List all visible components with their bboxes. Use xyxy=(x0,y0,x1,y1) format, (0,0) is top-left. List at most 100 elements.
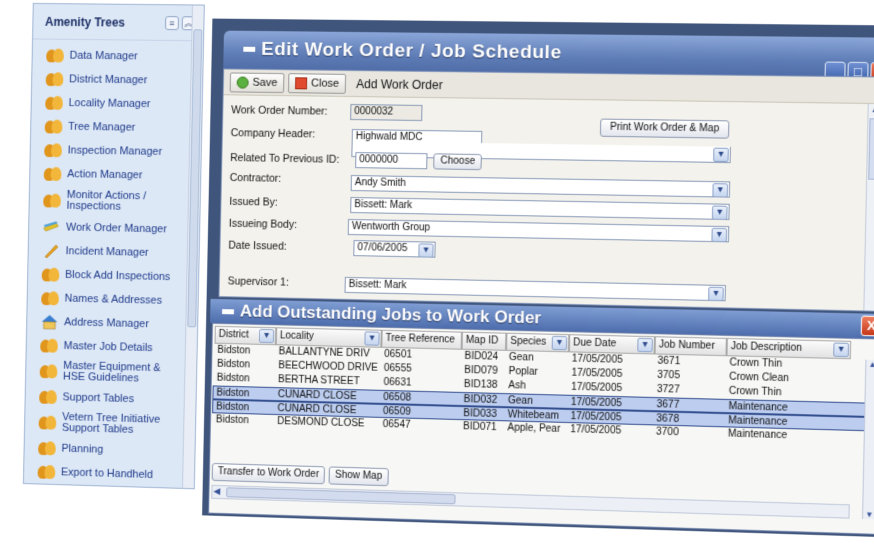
jobs-close-button[interactable]: X xyxy=(860,315,874,337)
column-header-map-id[interactable]: Map ID xyxy=(461,331,507,351)
work-order-number-label: Work Order Number: xyxy=(231,104,328,118)
cell-species: Apple, Pear xyxy=(507,422,561,435)
people-icon xyxy=(39,389,57,405)
pencils-icon xyxy=(43,219,61,235)
related-id-field[interactable]: 0000000 xyxy=(355,152,428,170)
jobs-hscroll-thumb[interactable] xyxy=(226,487,456,505)
column-header-job-description[interactable]: Job Description xyxy=(726,337,852,360)
sidebar-item-inspection-manager[interactable]: Inspection Manager xyxy=(31,138,201,164)
cell-map-id: BID032 xyxy=(463,394,498,406)
cell-job-number: 3678 xyxy=(656,413,680,426)
scroll-left-icon[interactable]: ◀ xyxy=(213,486,220,497)
column-header-species[interactable]: Species xyxy=(506,332,570,353)
sidebar-item-label: Master Job Details xyxy=(63,339,153,354)
close-button[interactable]: Close xyxy=(288,72,347,94)
form-scrollbar[interactable]: ▲ xyxy=(863,103,874,311)
sidebar-item-label: Data Manager xyxy=(69,49,138,62)
cell-district: Bidston xyxy=(216,372,250,385)
sidebar-item-work-order-manager[interactable]: Work Order Manager xyxy=(29,215,199,242)
sidebar-item-action-manager[interactable]: Action Manager xyxy=(30,162,200,189)
cell-tree-reference: 06508 xyxy=(383,391,412,404)
people-icon xyxy=(40,363,58,379)
show-map-button[interactable]: Show Map xyxy=(328,466,389,487)
close-label: Close xyxy=(311,76,340,90)
cell-map-id: BID079 xyxy=(464,364,498,377)
column-header-locality[interactable]: Locality xyxy=(275,327,382,348)
cell-due-date: 17/05/2005 xyxy=(571,381,623,395)
save-button[interactable]: Save xyxy=(229,71,285,93)
cell-district: Bidston xyxy=(216,358,251,371)
cell-species: Whitebeam xyxy=(507,409,560,422)
people-icon xyxy=(43,193,61,209)
cell-tree-reference: 06631 xyxy=(383,376,412,389)
sidebar-item-label: District Manager xyxy=(69,72,148,86)
issued-by-row: Issued By: xyxy=(229,193,348,213)
sidebar-item-label: Action Manager xyxy=(67,167,143,181)
sidebar-title: Amenity Trees xyxy=(44,14,126,30)
people-icon xyxy=(38,440,56,456)
column-header-tree-reference[interactable]: Tree Reference xyxy=(381,329,462,350)
cell-district: Bidston xyxy=(216,387,250,400)
scroll-up-icon[interactable]: ▲ xyxy=(866,360,874,370)
sidebar-options-icon[interactable]: ≡ xyxy=(164,15,180,30)
column-header-job-number[interactable]: Job Number xyxy=(654,336,727,357)
navigation-sidebar: Amenity Trees ≡ ︽ Data Manager District … xyxy=(22,2,205,490)
cell-district: Bidston xyxy=(215,414,249,427)
house-icon xyxy=(41,314,59,330)
sidebar-item-district-manager[interactable]: District Manager xyxy=(32,67,203,93)
transfer-to-work-order-button[interactable]: Transfer to Work Order xyxy=(211,462,326,485)
people-icon xyxy=(39,414,57,430)
cell-locality: DESMOND CLOSE xyxy=(277,416,365,430)
cell-species: Ash xyxy=(508,380,526,392)
choose-button[interactable]: Choose xyxy=(433,153,483,171)
close-icon xyxy=(295,76,308,89)
sidebar-item-incident-manager[interactable]: Incident Manager xyxy=(28,239,198,266)
print-work-order-button[interactable]: Print Work Order & Map xyxy=(599,118,730,139)
cell-tree-reference: 06547 xyxy=(382,418,411,431)
cell-due-date: 17/05/2005 xyxy=(570,396,622,410)
column-header-due-date[interactable]: Due Date xyxy=(568,334,655,355)
cell-map-id: BID024 xyxy=(464,350,499,363)
work-order-number-field[interactable]: 0000032 xyxy=(350,103,423,122)
sidebar-header: Amenity Trees ≡ ︽ xyxy=(33,3,204,42)
date-issued-field[interactable]: 07/06/2005 xyxy=(353,240,436,258)
jobs-grid: District Locality Tree Reference Map ID … xyxy=(212,325,868,446)
sidebar-item-label: Monitor Actions / Inspections xyxy=(66,188,147,213)
scroll-up-icon[interactable]: ▲ xyxy=(869,104,874,116)
issuing-body-dropdown[interactable]: Wentworth Group xyxy=(347,218,730,243)
issuing-body-label: Issueing Body: xyxy=(228,217,298,231)
people-icon xyxy=(44,142,62,158)
people-icon xyxy=(45,95,63,111)
sidebar-item-locality-manager[interactable]: Locality Manager xyxy=(31,91,202,117)
form-toolbar: Save Close Add Work Order xyxy=(223,69,874,105)
cell-species: Gean xyxy=(508,351,534,364)
sidebar-item-label: Names & Addresses xyxy=(64,292,163,307)
cell-locality: BERTHA STREET xyxy=(277,374,360,388)
issued-by-label: Issued By: xyxy=(229,195,278,209)
sidebar-item-monitor-actions[interactable]: Monitor Actions / Inspections xyxy=(29,185,200,218)
outstanding-jobs-panel: District Locality Tree Reference Map ID … xyxy=(208,322,874,535)
jobs-horizontal-scrollbar[interactable]: ◀ xyxy=(211,484,850,519)
issued-by-dropdown[interactable]: Bissett: Mark xyxy=(350,197,730,221)
sidebar-item-data-manager[interactable]: Data Manager xyxy=(32,43,203,69)
contractor-label: Contractor: xyxy=(229,171,282,185)
form-scroll-thumb[interactable] xyxy=(868,118,874,180)
scroll-down-icon[interactable]: ▼ xyxy=(863,510,874,520)
sidebar-item-master-equipment[interactable]: Master Equipment & HSE Guidelines xyxy=(26,357,197,389)
contractor-dropdown[interactable]: Andy Smith xyxy=(350,175,731,198)
sidebar-item-tree-manager[interactable]: Tree Manager xyxy=(31,114,202,140)
sidebar-item-label: Incident Manager xyxy=(65,244,149,259)
people-icon xyxy=(40,337,58,353)
column-header-district[interactable]: District xyxy=(214,325,277,346)
sidebar-item-label: Planning xyxy=(61,442,104,456)
sidebar-item-export-handheld[interactable]: Export to Handheld xyxy=(24,459,194,488)
sidebar-item-label: Export to Handheld xyxy=(60,465,154,481)
supervisor-dropdown[interactable]: Bissett: Mark xyxy=(344,276,726,302)
related-id-row: Related To Previous ID: 0000000 Choose xyxy=(230,149,483,171)
save-label: Save xyxy=(252,76,278,89)
cell-job-description: Maintenance xyxy=(727,428,788,442)
people-icon xyxy=(42,266,60,282)
jobs-action-buttons: Transfer to Work Order Show Map xyxy=(211,462,389,487)
pen-icon xyxy=(42,243,60,259)
people-icon xyxy=(45,119,63,135)
